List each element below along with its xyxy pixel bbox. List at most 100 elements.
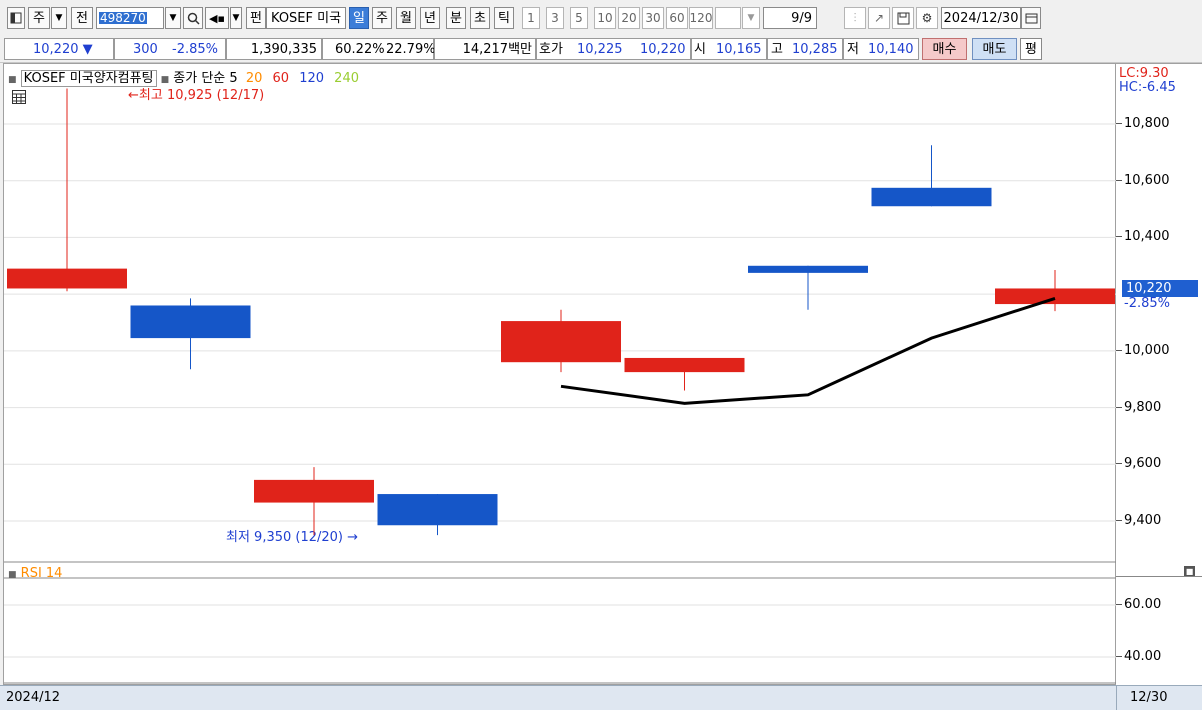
sell-label: 매도: [982, 42, 1007, 57]
calendar-button[interactable]: [1021, 7, 1041, 29]
candle-body[interactable]: [624, 357, 745, 373]
date-axis[interactable]: 2024/12 12/30: [0, 685, 1202, 710]
amount-box: 14,217백만: [434, 38, 536, 60]
code-input[interactable]: 498270: [96, 7, 164, 29]
search-icon: [187, 12, 200, 25]
date-value: 2024/12/30: [943, 10, 1019, 26]
period-tab-month[interactable]: 월: [396, 7, 416, 29]
period-tab-day[interactable]: 일: [349, 7, 369, 29]
buy-label: 매수: [932, 42, 957, 57]
count-value: 9/9: [791, 10, 812, 26]
candle-body[interactable]: [130, 305, 251, 339]
low-box: 저 10,140: [843, 38, 919, 60]
period-tab-minute[interactable]: 분: [446, 7, 466, 29]
interval-120[interactable]: 120: [689, 7, 713, 29]
candle-icon: ⫶: [853, 11, 857, 25]
prev-button[interactable]: 전: [71, 7, 93, 29]
axis-tick-label: 10,400: [1116, 229, 1170, 244]
flat-label: 평: [1025, 42, 1037, 57]
axis-tick-label: 9,600: [1116, 456, 1161, 471]
candle-body[interactable]: [254, 479, 374, 503]
rsi-axis-tick: 40.00: [1116, 649, 1161, 664]
interval-10-label: 10: [597, 11, 613, 25]
chart-canvas: [4, 88, 1117, 684]
period-tab-second[interactable]: 초: [470, 7, 490, 29]
ratio-box: 60.22% 22.79%: [322, 38, 436, 60]
item-name-box: KOSEF 미국: [266, 7, 346, 29]
interval-10[interactable]: 10: [594, 7, 616, 29]
volume-value: 1,390,335: [250, 42, 317, 57]
interval-1[interactable]: 1: [522, 7, 540, 29]
candle-type-button[interactable]: ⫶: [844, 7, 866, 29]
open-label: 시: [694, 42, 706, 57]
trend-tool-button[interactable]: ↗: [868, 7, 890, 29]
current-price: 10,220 ▼: [4, 38, 114, 60]
interval-60[interactable]: 60: [666, 7, 688, 29]
price-axis[interactable]: LC:9.30 HC:-6.45 10,800 10,600 10,400 10,00…: [1116, 63, 1202, 685]
period-tab-tick[interactable]: 틱: [494, 7, 514, 29]
count-box[interactable]: 9/9: [763, 7, 817, 29]
change-rate-value: -2.85%: [172, 42, 218, 57]
settings-button[interactable]: ⚙: [916, 7, 938, 29]
amount-value: 14,217백만: [462, 42, 532, 57]
interval-3[interactable]: 3: [546, 7, 564, 29]
flat-button[interactable]: 평: [1020, 38, 1042, 60]
rsi-axis-tick-text: 40.00: [1124, 649, 1162, 664]
period-tick-label: 틱: [498, 10, 510, 26]
interval-5[interactable]: 5: [570, 7, 588, 29]
current-change-tag: -2.85%: [1124, 296, 1170, 311]
period-tab-week[interactable]: 주: [372, 7, 392, 29]
trendline-icon: ↗: [873, 11, 885, 25]
volume-box: 1,390,335: [226, 38, 322, 60]
interval-30[interactable]: 30: [642, 7, 664, 29]
axis-tick-label: 9,800: [1116, 400, 1161, 415]
code-dropdown-icon[interactable]: ▼: [165, 7, 181, 29]
axis-tick-label: 10,000: [1116, 343, 1170, 358]
candle-body[interactable]: [995, 288, 1115, 305]
low-label: 저: [847, 42, 859, 57]
speaker-icon: ◀▪: [209, 11, 225, 25]
market-select[interactable]: 주: [28, 7, 50, 29]
current-price-tag-value: 10,220: [1126, 281, 1172, 296]
save-button[interactable]: [892, 7, 914, 29]
period-month-label: 월: [400, 10, 412, 26]
interval-5-label: 5: [575, 11, 583, 25]
rsi-toggle-icon[interactable]: ■: [8, 570, 17, 580]
quote-bar: 10,220 ▼ 300 -2.85% 1,390,335 60.22% 22.…: [0, 36, 1202, 63]
interval-20-label: 20: [621, 11, 637, 25]
ask-box: 호가 10,225 10,220: [536, 38, 691, 60]
axis-rsi-divider: [1116, 576, 1202, 577]
hc-label: HC:-6.45: [1119, 80, 1176, 95]
calendar-icon: [1025, 13, 1037, 24]
interval-dropdown-icon[interactable]: ▼: [742, 7, 760, 29]
current-price-tag: 10,220: [1122, 280, 1198, 297]
candle-body[interactable]: [501, 321, 621, 363]
sound-button[interactable]: ◀▪: [205, 7, 229, 29]
rsi-axis-tick-text: 60.00: [1124, 597, 1162, 612]
change-value: 300: [133, 42, 158, 57]
sound-dropdown-icon[interactable]: ▼: [230, 7, 242, 29]
ratio2-value: 22.79%: [386, 42, 436, 57]
candle-body[interactable]: [377, 494, 498, 526]
interval-20[interactable]: 20: [618, 7, 640, 29]
date-input[interactable]: 2024/12/30: [941, 7, 1021, 29]
chart-menu-icon[interactable]: [7, 7, 25, 29]
prev-label: 전: [76, 10, 88, 26]
rsi-label: RSI 14: [20, 566, 63, 581]
market-dropdown-icon[interactable]: ▼: [51, 7, 67, 29]
buy-button[interactable]: 매수: [922, 38, 967, 60]
axis-tick-text: 10,000: [1124, 342, 1170, 358]
candle-body[interactable]: [871, 187, 992, 207]
candle-body[interactable]: [748, 265, 868, 273]
period-tab-year[interactable]: 년: [420, 7, 440, 29]
chart-panel[interactable]: ■ KOSEF 미국양자컴퓨팅 ■ 종가 단순 5 20 60 120 240 …: [3, 63, 1117, 685]
sell-button[interactable]: 매도: [972, 38, 1017, 60]
interval-custom-input[interactable]: [715, 7, 741, 29]
search-button[interactable]: [183, 7, 203, 29]
axis-tick-text: 10,400: [1124, 229, 1170, 245]
axis-tick-text: 9,600: [1124, 456, 1162, 472]
candle-body[interactable]: [7, 268, 127, 289]
date-axis-start: 2024/12: [6, 690, 61, 705]
ask1-value: 10,225: [577, 42, 623, 57]
axis-tick-label: 10,800: [1116, 116, 1170, 131]
